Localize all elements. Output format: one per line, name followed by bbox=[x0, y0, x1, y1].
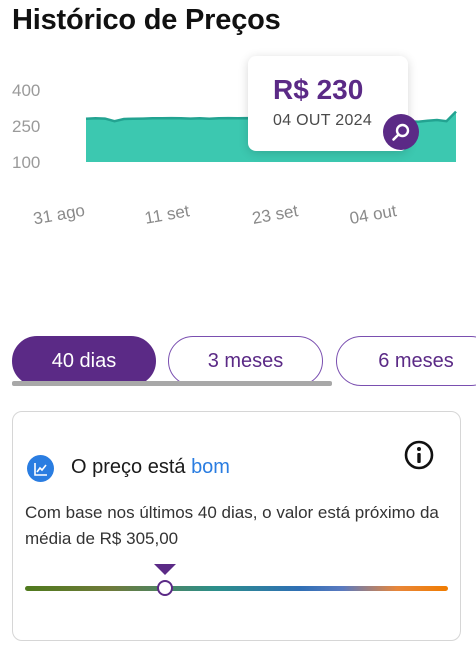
tooltip-date: 04 OUT 2024 bbox=[273, 112, 373, 129]
tab-6-meses[interactable]: 6 meses bbox=[336, 336, 476, 386]
info-button[interactable] bbox=[403, 439, 435, 471]
tabs-scrollbar[interactable] bbox=[12, 381, 332, 386]
y-tick-label: 400 bbox=[12, 81, 40, 100]
chart-line-icon bbox=[27, 455, 54, 482]
search-icon bbox=[392, 123, 410, 141]
tab-40-dias[interactable]: 40 dias bbox=[12, 336, 156, 386]
x-tick-label: 04 out bbox=[348, 201, 398, 228]
x-tick-label: 11 set bbox=[143, 201, 191, 228]
status-prefix: O preço está bbox=[71, 456, 192, 478]
info-icon bbox=[404, 440, 434, 470]
tab-label: 40 dias bbox=[51, 349, 117, 372]
price-assessment-card: O preço está bom Com base nos últimos 40… bbox=[12, 411, 461, 641]
tab-label: 3 meses bbox=[207, 349, 284, 372]
y-tick-label: 100 bbox=[12, 153, 40, 172]
price-description: Com base nos últimos 40 dias, o valor es… bbox=[25, 503, 439, 548]
price-status: O preço está bom bbox=[71, 456, 230, 479]
zoom-button[interactable] bbox=[383, 114, 419, 150]
y-tick-label: 250 bbox=[12, 117, 40, 136]
page-title: Histórico de Preços bbox=[12, 4, 281, 36]
price-range-bar bbox=[25, 586, 448, 591]
tab-3-meses[interactable]: 3 meses bbox=[168, 336, 323, 386]
price-marker bbox=[156, 580, 173, 596]
tab-label: 6 meses bbox=[378, 349, 454, 372]
price-marker-arrow bbox=[153, 564, 176, 575]
x-tick-label: 31 ago bbox=[32, 201, 87, 229]
x-tick-label: 23 set bbox=[251, 201, 300, 228]
status-value: bom bbox=[191, 456, 230, 478]
tooltip-price: R$ 230 bbox=[273, 74, 364, 105]
